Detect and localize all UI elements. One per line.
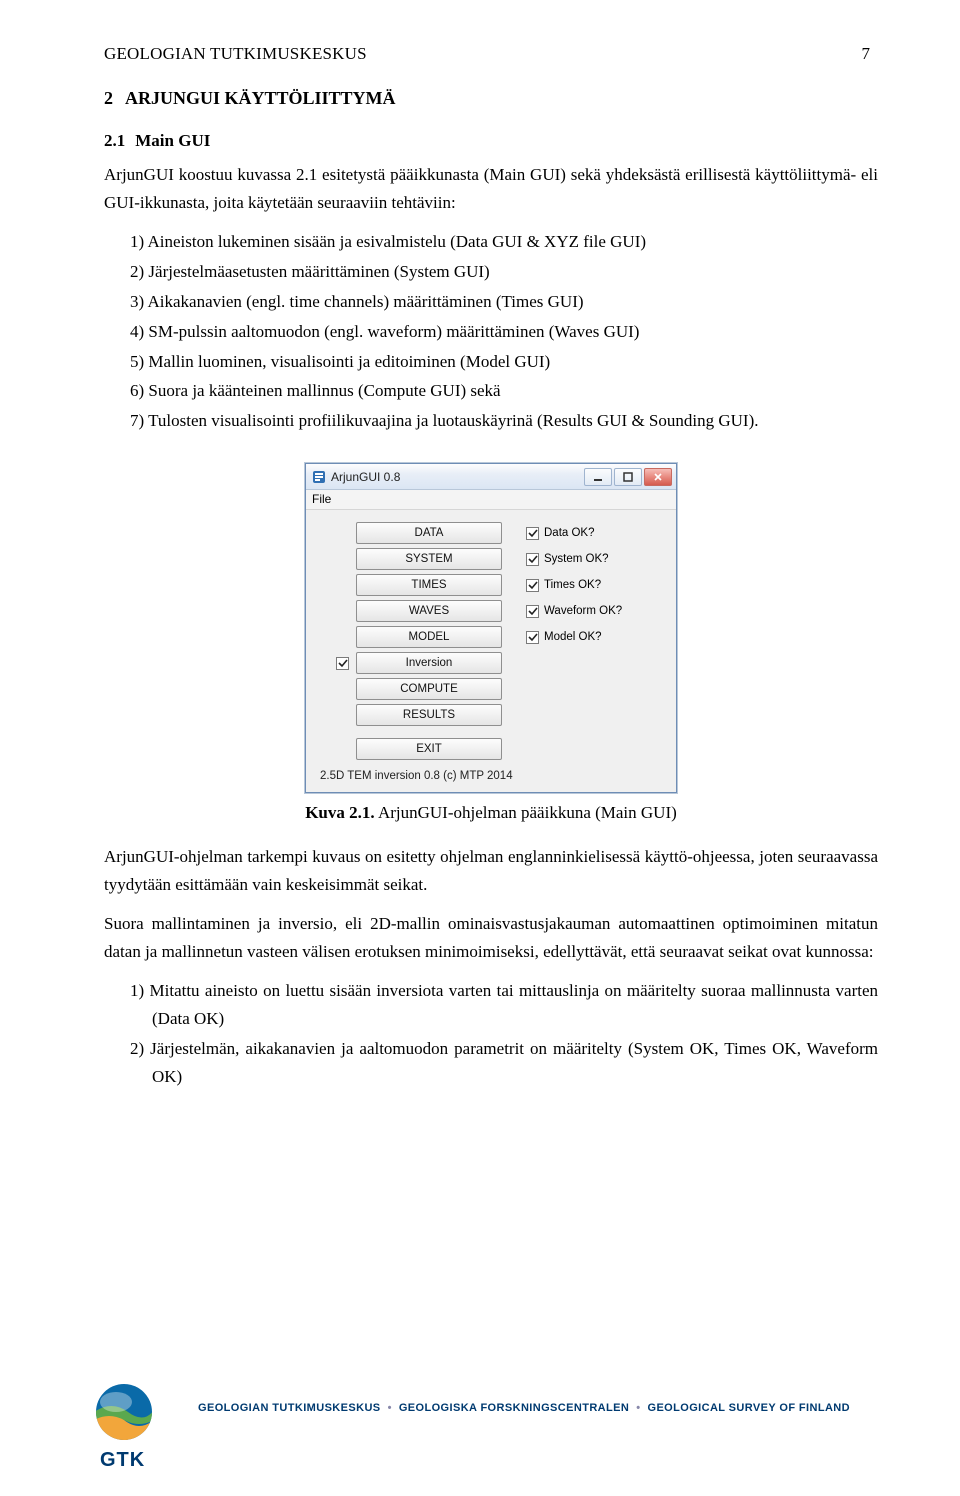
data-button[interactable]: DATA xyxy=(356,522,502,544)
list-item: 2) Järjestelmän, aikakanavien ja aaltomu… xyxy=(130,1035,878,1091)
list-item: 4) SM-pulssin aaltomuodon (engl. wavefor… xyxy=(130,318,878,346)
titlebar[interactable]: ArjunGUI 0.8 xyxy=(306,464,676,490)
times-button[interactable]: TIMES xyxy=(356,574,502,596)
data-ok-label: Data OK? xyxy=(544,527,595,539)
gtk-logo: GTK xyxy=(94,1382,182,1472)
menubar: File xyxy=(306,490,676,510)
times-ok-label: Times OK? xyxy=(544,579,601,591)
page-number: 7 xyxy=(862,44,871,64)
subsection-number: 2.1 xyxy=(104,131,125,150)
footer-fi: GEOLOGIAN TUTKIMUSKESKUS xyxy=(198,1402,381,1414)
waveform-ok-checkbox[interactable] xyxy=(526,605,539,618)
subsection-title: Main GUI xyxy=(135,131,210,150)
model-ok-checkbox[interactable] xyxy=(526,631,539,644)
list-item: 2) Järjestelmäasetusten määrittäminen (S… xyxy=(130,258,878,286)
inversion-button[interactable]: Inversion xyxy=(356,652,502,674)
inversion-checkbox[interactable] xyxy=(336,657,349,670)
maximize-button[interactable] xyxy=(614,468,642,486)
model-ok-label: Model OK? xyxy=(544,631,602,643)
waves-button[interactable]: WAVES xyxy=(356,600,502,622)
minimize-button[interactable] xyxy=(584,468,612,486)
model-button[interactable]: MODEL xyxy=(356,626,502,648)
section-number: 2 xyxy=(104,88,113,108)
page-header: GEOLOGIAN TUTKIMUSKESKUS xyxy=(104,44,878,64)
times-ok-checkbox[interactable] xyxy=(526,579,539,592)
bullet-icon: • xyxy=(388,1402,392,1414)
section-title: ARJUNGUI KÄYTTÖLIITTYMÄ xyxy=(125,88,396,108)
footer-org-bar: GEOLOGIAN TUTKIMUSKESKUS • GEOLOGISKA FO… xyxy=(198,1402,850,1414)
figure-caption: Kuva 2.1. ArjunGUI-ohjelman pääikkuna (M… xyxy=(104,803,878,823)
page-footer: GEOLOGIAN TUTKIMUSKESKUS • GEOLOGISKA FO… xyxy=(0,1366,960,1496)
figure-caption-num: Kuva 2.1. xyxy=(305,803,374,822)
footer-sv: GEOLOGISKA FORSKNINGSCENTRALEN xyxy=(399,1402,629,1414)
list-item: 1) Mitattu aineisto on luettu sisään inv… xyxy=(130,977,878,1033)
system-button[interactable]: SYSTEM xyxy=(356,548,502,570)
list-item: 1) Aineiston lukeminen sisään ja esivalm… xyxy=(130,228,878,256)
gtk-logo-text: GTK xyxy=(100,1449,182,1472)
system-ok-label: System OK? xyxy=(544,553,609,565)
status-line: 2.5D TEM inversion 0.8 (c) MTP 2014 xyxy=(320,770,662,782)
app-icon xyxy=(312,470,326,484)
intro-paragraph: ArjunGUI koostuu kuvassa 2.1 esitetystä … xyxy=(104,161,878,216)
body-paragraph: Suora mallintaminen ja inversio, eli 2D-… xyxy=(104,910,878,965)
body-paragraph: ArjunGUI-ohjelman tarkempi kuvaus on esi… xyxy=(104,843,878,898)
list-item: 6) Suora ja käänteinen mallinnus (Comput… xyxy=(130,377,878,405)
figure-caption-text: ArjunGUI-ohjelman pääikkuna (Main GUI) xyxy=(375,803,677,822)
list-item: 3) Aikakanavien (engl. time channels) mä… xyxy=(130,288,878,316)
results-button[interactable]: RESULTS xyxy=(356,704,502,726)
globe-icon xyxy=(94,1382,154,1442)
subsection-heading: 2.1 Main GUI xyxy=(104,131,878,151)
feature-list: 1) Aineiston lukeminen sisään ja esivalm… xyxy=(104,228,878,435)
footer-en: GEOLOGICAL SURVEY OF FINLAND xyxy=(647,1402,850,1414)
window-title: ArjunGUI 0.8 xyxy=(331,470,584,484)
section-heading: 2 ARJUNGUI KÄYTTÖLIITTYMÄ xyxy=(104,88,878,109)
system-ok-checkbox[interactable] xyxy=(526,553,539,566)
waveform-ok-label: Waveform OK? xyxy=(544,605,622,617)
close-button[interactable] xyxy=(644,468,672,486)
exit-button[interactable]: EXIT xyxy=(356,738,502,760)
bullet-icon: • xyxy=(636,1402,640,1414)
data-ok-checkbox[interactable] xyxy=(526,527,539,540)
app-window: ArjunGUI 0.8 File DATA Data OK? SY xyxy=(305,463,677,793)
list-item: 7) Tulosten visualisointi profiilikuvaaj… xyxy=(130,407,878,435)
list-item: 5) Mallin luominen, visualisointi ja edi… xyxy=(130,348,878,376)
menu-file[interactable]: File xyxy=(312,492,331,506)
compute-button[interactable]: COMPUTE xyxy=(356,678,502,700)
requirements-list: 1) Mitattu aineisto on luettu sisään inv… xyxy=(104,977,878,1091)
